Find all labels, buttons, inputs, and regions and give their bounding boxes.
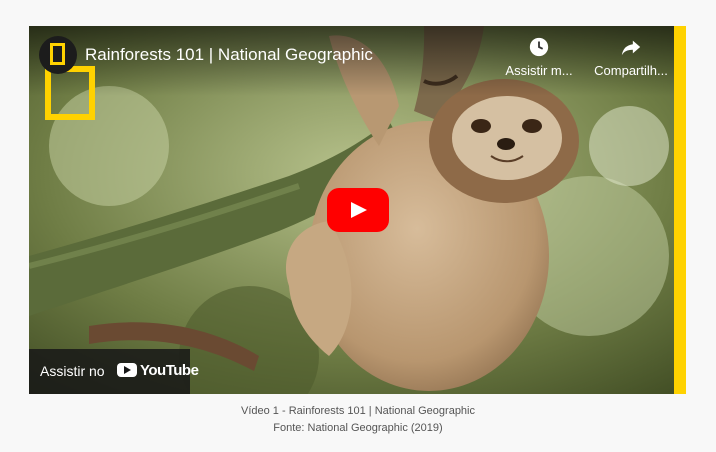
clock-icon (529, 37, 549, 57)
share-label: Compartilh... (594, 63, 668, 78)
video-caption: Vídeo 1 - Rainforests 101 | National Geo… (241, 405, 475, 417)
national-geographic-icon (50, 43, 65, 65)
share-icon (621, 40, 641, 56)
play-button[interactable] (327, 188, 389, 232)
video-title[interactable]: Rainforests 101 | National Geographic (85, 45, 373, 65)
brand-accent-strip (674, 26, 686, 394)
channel-avatar[interactable] (39, 36, 77, 74)
national-geographic-logo (45, 70, 95, 120)
watch-later-label: Assistir m... (505, 63, 573, 78)
youtube-wordmark: YouTube (140, 362, 199, 379)
watch-on-label: Assistir no (40, 363, 105, 379)
video-source: Fonte: National Geographic (2019) (273, 422, 443, 434)
youtube-icon (117, 363, 137, 377)
share-button[interactable]: Compartilh... (591, 36, 671, 78)
watch-later-button[interactable]: Assistir m... (501, 36, 577, 78)
play-icon (351, 202, 367, 218)
watch-on-youtube-button[interactable]: Assistir no YouTube (29, 349, 199, 394)
video-player[interactable]: Rainforests 101 | National Geographic As… (29, 26, 686, 394)
